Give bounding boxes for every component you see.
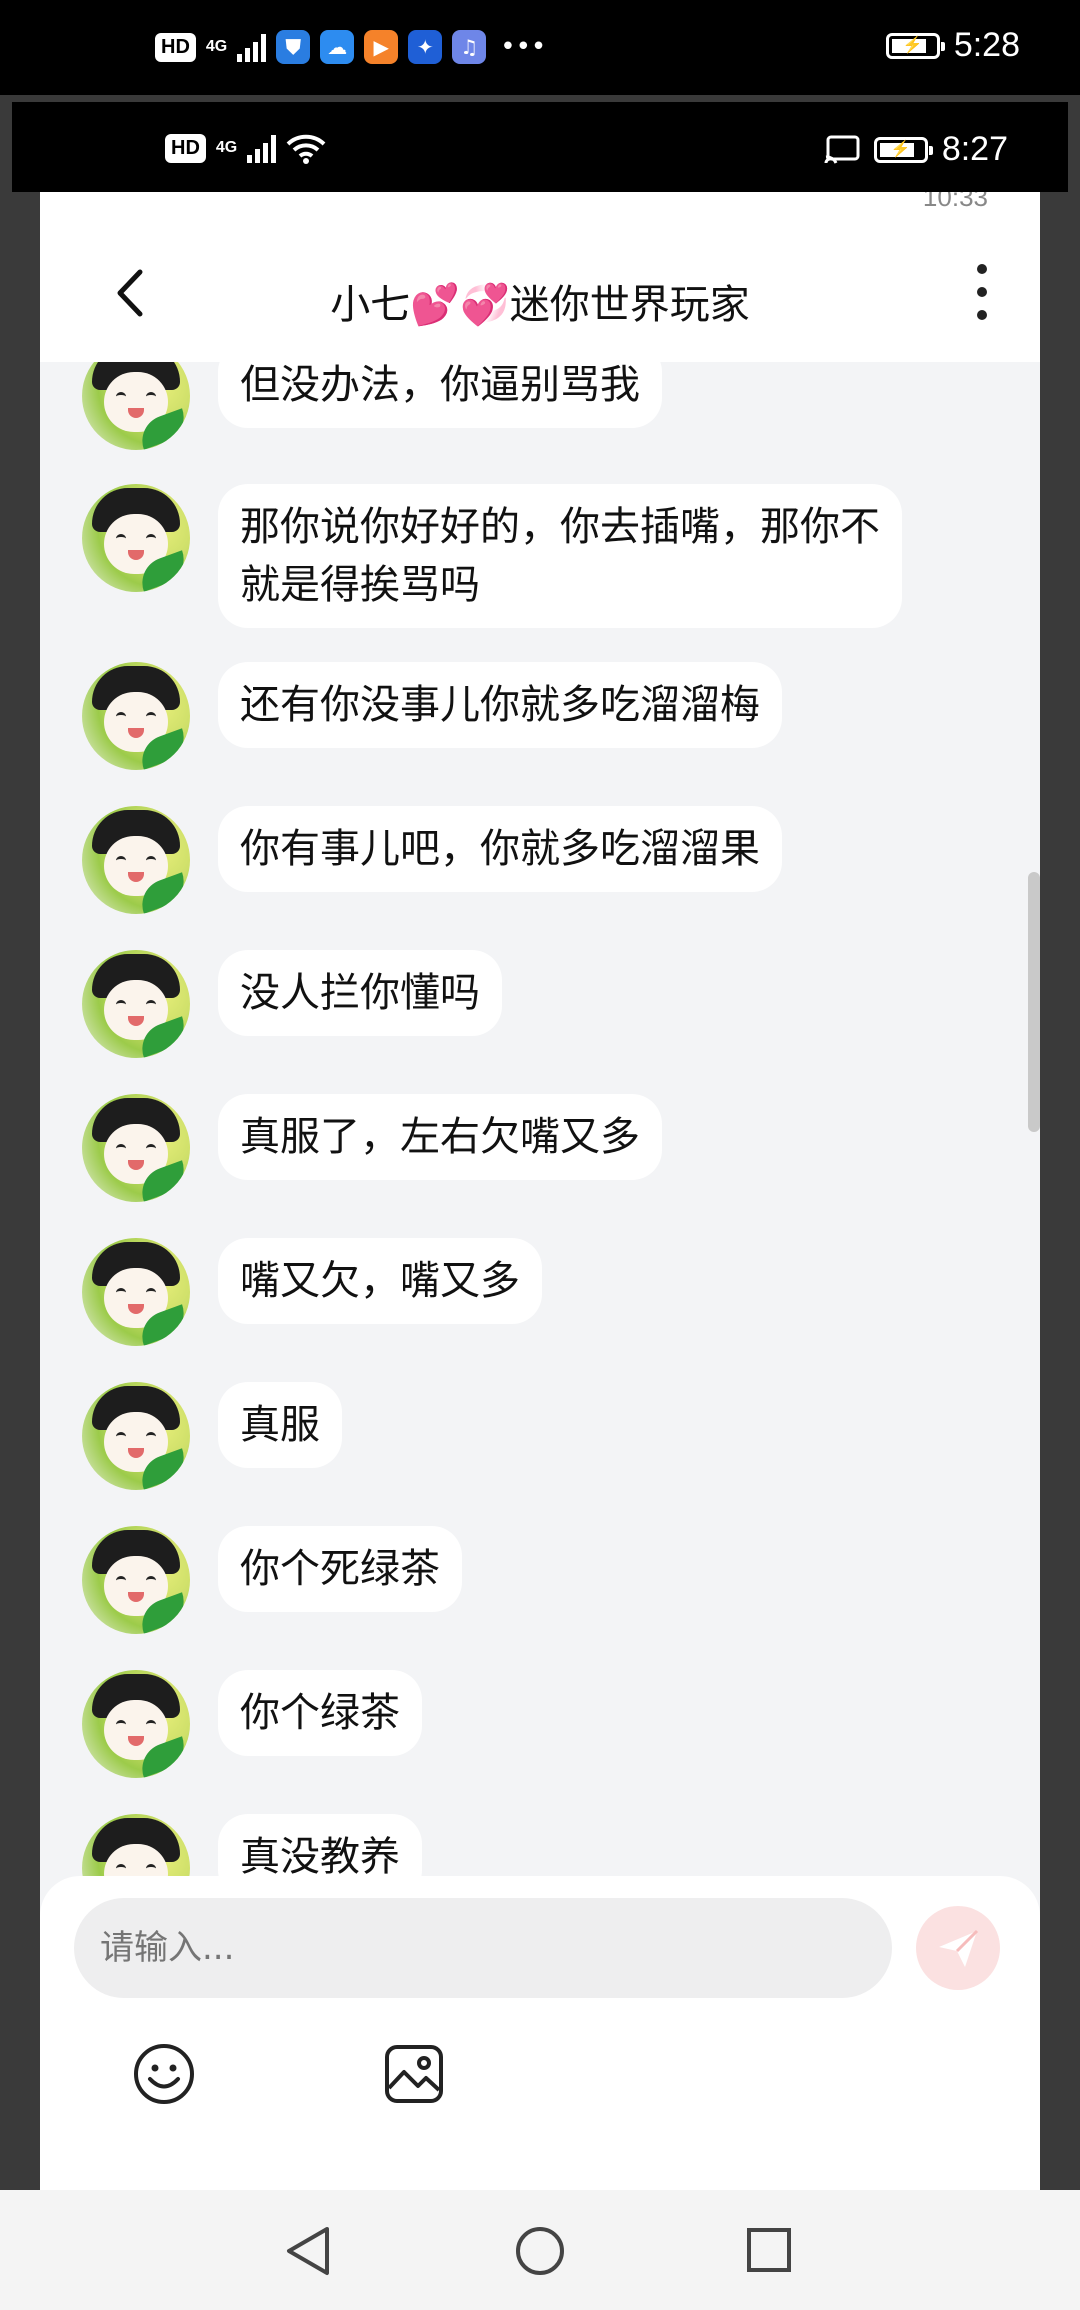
avatar[interactable] — [82, 484, 190, 592]
list-item: 但没办法，你逼别骂我 — [82, 362, 662, 450]
list-item: 真服 — [82, 1382, 342, 1490]
smile-icon[interactable] — [132, 2042, 196, 2106]
outer-status-right: ⚡ 5:28 — [885, 26, 1020, 65]
weather-app-icon: ☁ — [320, 30, 355, 64]
outer-status-left: HD 4G ⛊ ☁ ▶ ✦ ♫ ••• — [155, 30, 546, 64]
list-item: 还有你没事儿你就多吃溜溜梅 — [82, 662, 782, 770]
avatar[interactable] — [82, 1670, 190, 1778]
avatar[interactable] — [82, 1094, 190, 1202]
signal-icon — [247, 133, 277, 163]
inner-status-bar: HD 4G ⚡ 8:27 — [12, 102, 1068, 192]
cast-icon — [824, 135, 860, 164]
more-notifications-icon: ••• — [500, 32, 547, 62]
music-app-icon: ♫ — [452, 30, 487, 64]
message-bubble[interactable]: 你有事儿吧，你就多吃溜溜果 — [218, 806, 782, 892]
list-item: 没人拦你懂吗 — [82, 950, 502, 1058]
battery-icon: ⚡ — [873, 136, 933, 163]
list-item: 那你说你好好的，你去插嘴，那你不就是得挨骂吗 — [82, 484, 902, 628]
message-list[interactable]: 但没办法，你逼别骂我 那你说你好好的，你去插嘴，那你不就是得挨骂吗 还有你没事儿… — [40, 362, 1040, 2076]
list-item: 你个死绿茶 — [82, 1526, 462, 1634]
message-composer — [40, 1876, 1040, 2190]
nav-back-icon[interactable] — [285, 2225, 331, 2277]
avatar[interactable] — [82, 806, 190, 914]
inner-clock: 8:27 — [941, 130, 1008, 168]
battery-icon: ⚡ — [885, 32, 945, 59]
video-app-icon: ▶ — [364, 30, 399, 64]
inner-status-right: ⚡ 8:27 — [824, 130, 1008, 169]
message-bubble[interactable]: 那你说你好好的，你去插嘴，那你不就是得挨骂吗 — [218, 484, 902, 628]
message-bubble[interactable]: 真服了，左右欠嘴又多 — [218, 1094, 662, 1180]
list-item: 你个绿茶 — [82, 1670, 422, 1778]
wifi-icon — [286, 134, 326, 164]
scrollbar-thumb[interactable] — [1028, 872, 1040, 1132]
network-type: 4G — [215, 139, 238, 156]
message-bubble[interactable]: 真服 — [218, 1382, 342, 1468]
send-button[interactable] — [916, 1906, 1000, 1990]
avatar[interactable] — [82, 662, 190, 770]
nav-home-icon[interactable] — [514, 2225, 566, 2277]
shield-app-icon: ⛊ — [276, 30, 311, 64]
inner-status-left: HD 4G — [165, 132, 326, 164]
message-bubble[interactable]: 嘴又欠，嘴又多 — [218, 1238, 542, 1324]
network-type: 4G — [205, 38, 228, 55]
more-options-button[interactable] — [972, 264, 992, 320]
avatar[interactable] — [82, 1526, 190, 1634]
ghost-clock: 10:33 — [922, 192, 988, 212]
chat-title: 小七💕💞迷你世界玩家 — [330, 282, 750, 328]
message-bubble[interactable]: 没人拦你懂吗 — [218, 950, 502, 1036]
list-item: 嘴又欠，嘴又多 — [82, 1238, 542, 1346]
message-bubble[interactable]: 还有你没事儿你就多吃溜溜梅 — [218, 662, 782, 748]
list-item: 你有事儿吧，你就多吃溜溜果 — [82, 806, 782, 914]
hd-badge: HD — [165, 133, 206, 163]
chat-screen: 10:33 小七💕💞迷你世界玩家 但没办法，你逼别骂我 那你说你好好的，你去插嘴… — [40, 192, 1040, 2190]
list-item: 真服了，左右欠嘴又多 — [82, 1094, 662, 1202]
chat-header: 小七💕💞迷你世界玩家 — [40, 222, 1040, 362]
avatar[interactable] — [82, 362, 190, 450]
outer-clock: 5:28 — [953, 26, 1020, 64]
avatar[interactable] — [82, 1382, 190, 1490]
image-icon[interactable] — [382, 2042, 446, 2106]
ghost-status-bar: 10:33 — [40, 192, 1040, 222]
avatar[interactable] — [82, 1238, 190, 1346]
message-input[interactable] — [74, 1898, 892, 1998]
bulb-app-icon: ✦ — [408, 30, 443, 64]
nav-recents-icon[interactable] — [746, 2227, 792, 2273]
signal-icon — [237, 32, 267, 62]
hd-badge: HD — [155, 32, 196, 62]
message-bubble[interactable]: 你个绿茶 — [218, 1670, 422, 1756]
send-icon — [939, 1929, 979, 1967]
system-nav-bar — [0, 2190, 1080, 2310]
message-bubble[interactable]: 但没办法，你逼别骂我 — [218, 362, 662, 428]
more-vertical-icon — [977, 264, 987, 274]
outer-status-bar: HD 4G ⛊ ☁ ▶ ✦ ♫ ••• ⚡ 5:28 — [0, 0, 1080, 95]
message-bubble[interactable]: 你个死绿茶 — [218, 1526, 462, 1612]
avatar[interactable] — [82, 950, 190, 1058]
